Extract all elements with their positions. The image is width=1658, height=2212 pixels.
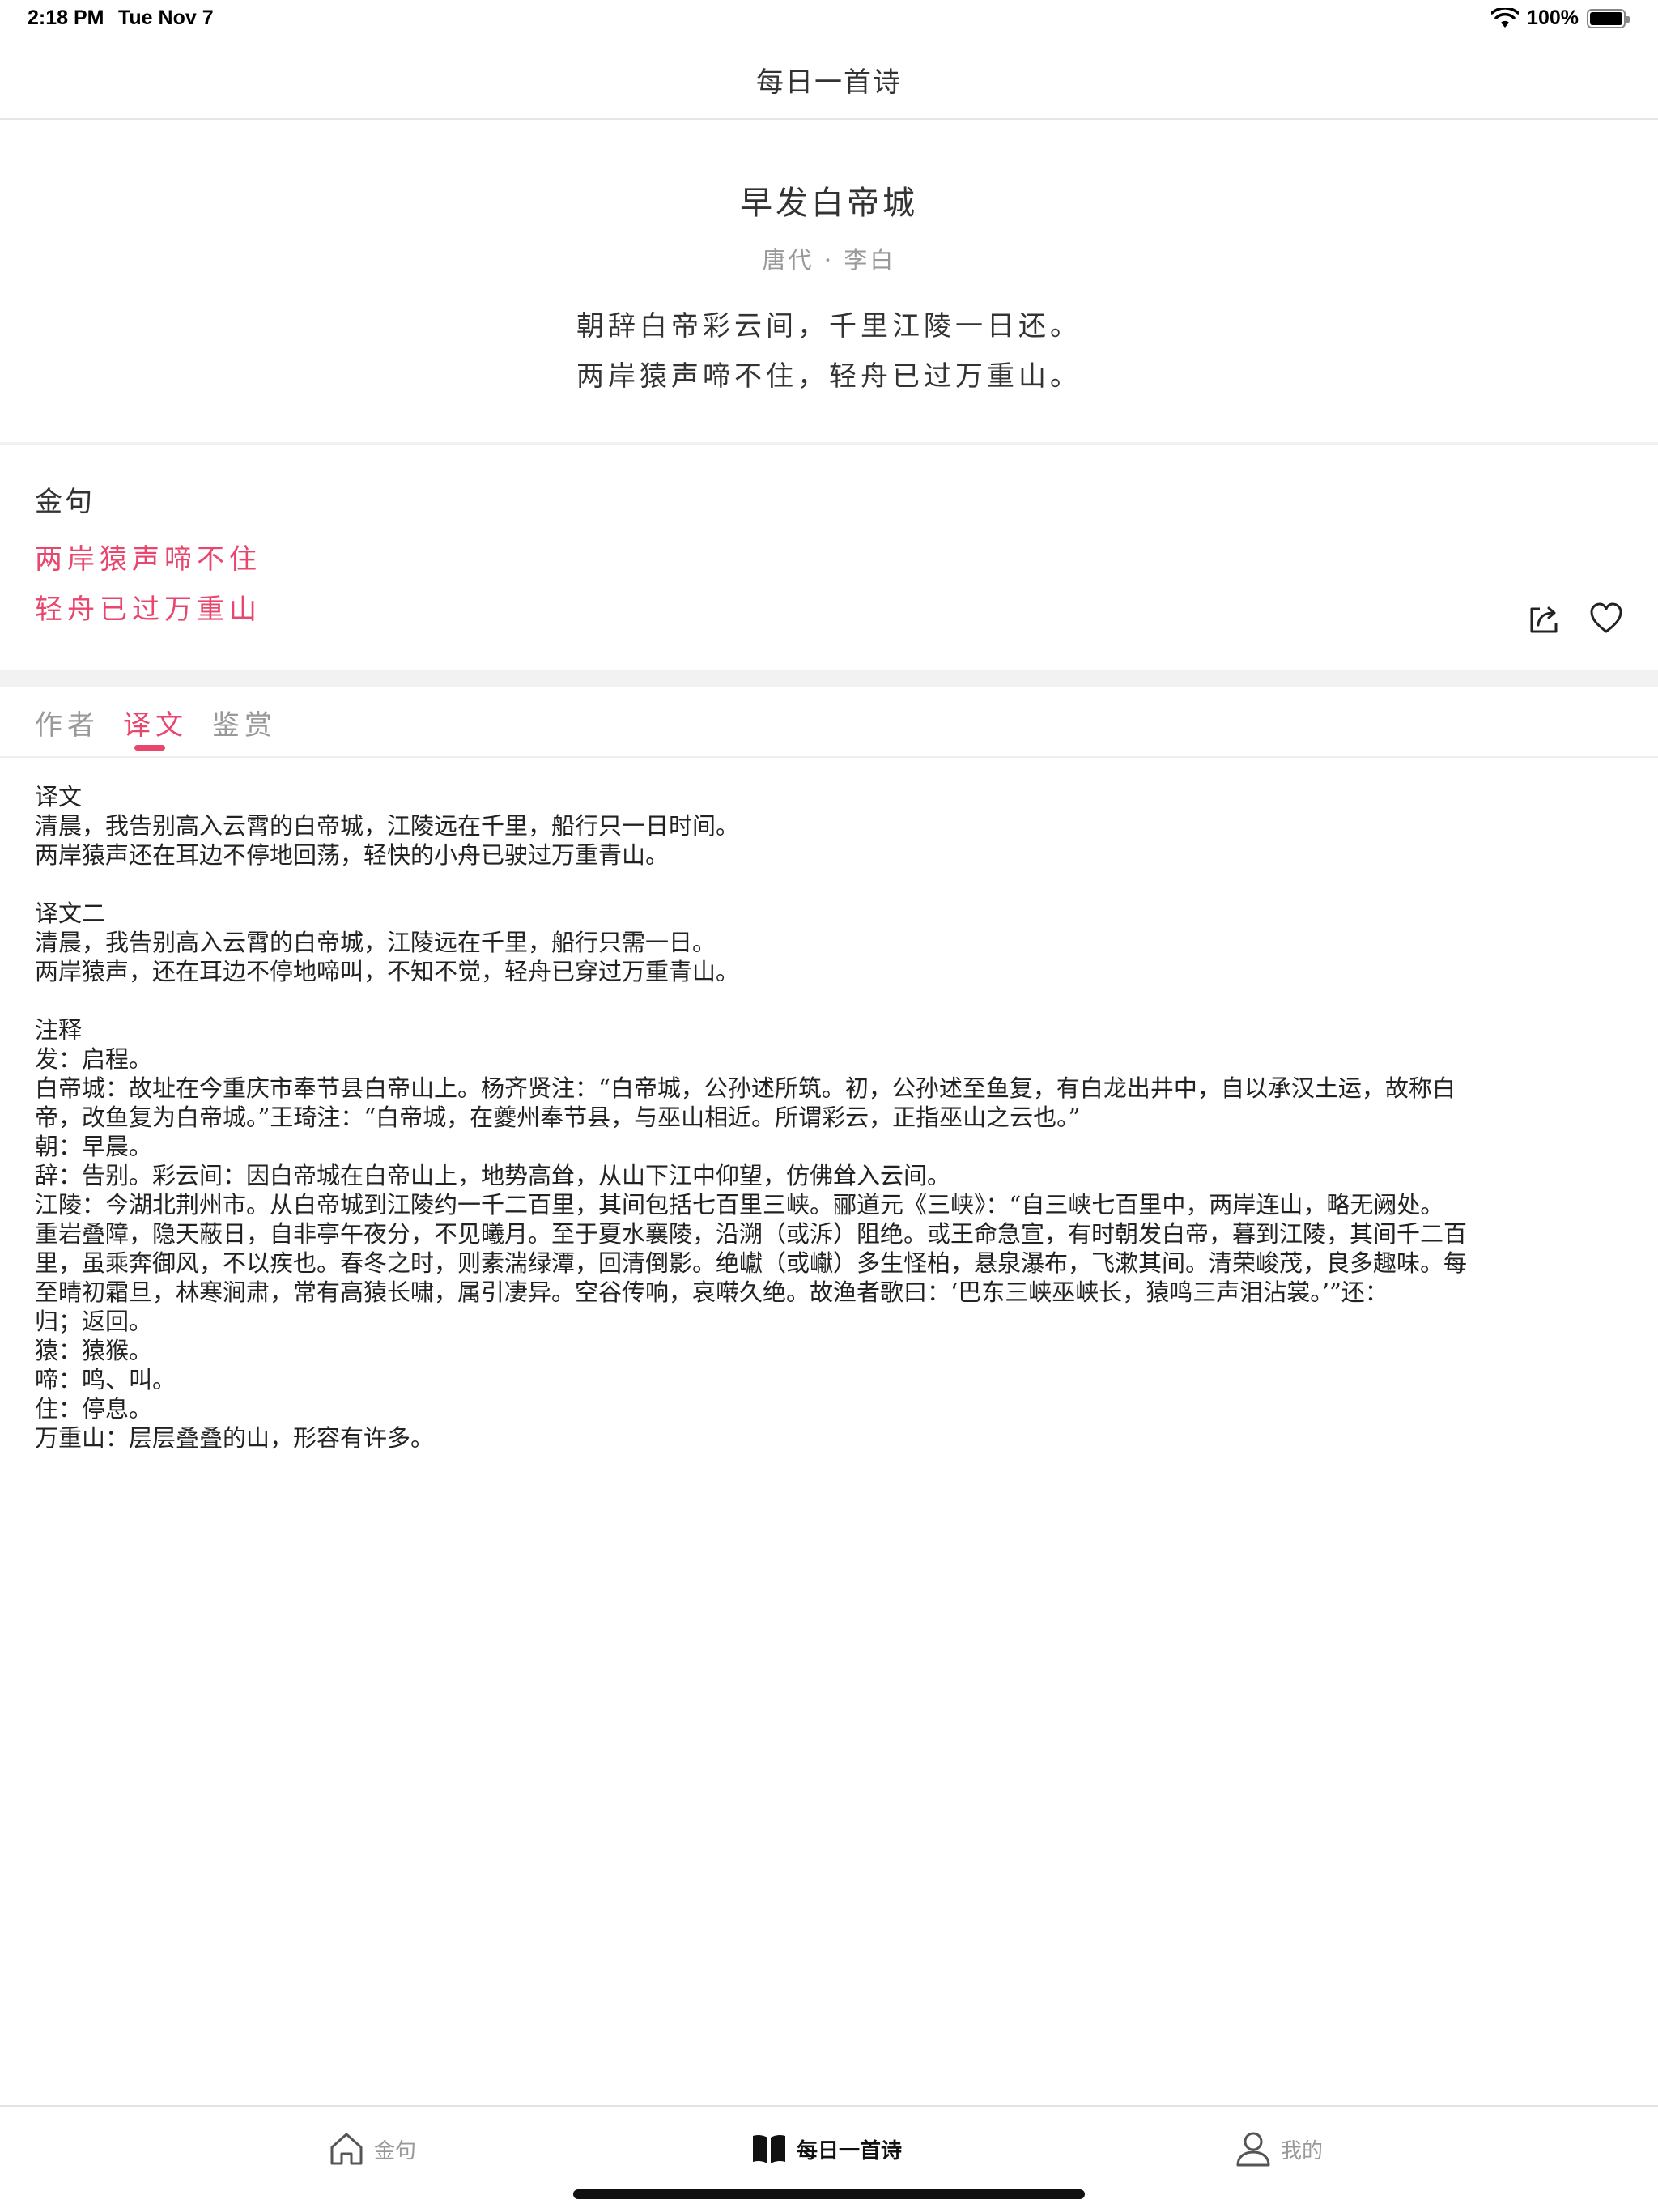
page-title: 每日一首诗 (756, 66, 902, 99)
content-line: 至晴初霜旦，林寒涧肃，常有高猿长啸，属引凄异。空谷传响，哀啭久绝。故渔者歌曰：‘… (35, 1278, 1388, 1306)
poem-line: 朝辞白帝彩云间，千里江陵一日还。 (576, 310, 1082, 342)
content-line: 两岸猿声，还在耳边不停地啼叫，不知不觉，轻舟已穿过万重青山。 (35, 958, 740, 985)
detail-tabs: 作者 译文 鉴赏 (0, 687, 1658, 758)
content-line: 发：启程。 (35, 1045, 153, 1073)
battery-percent: 100% (1527, 6, 1579, 29)
wifi-icon (1491, 7, 1520, 28)
translation-content: 译文 清晨，我告别高入云霄的白帝城，江陵远在千里，船行只一日时间。 两岸猿声还在… (35, 782, 1622, 1453)
divider (0, 442, 1658, 445)
status-indicators: 100% (1491, 6, 1630, 30)
tabbar-label: 每日一首诗 (797, 2138, 903, 2163)
tabbar-label: 我的 (1281, 2138, 1324, 2163)
content-line: 朝：早晨。 (35, 1133, 153, 1160)
tabbar-item-mine[interactable]: 我的 (1234, 2129, 1323, 2168)
status-date: Tue Nov 7 (118, 6, 214, 29)
home-icon (330, 2133, 363, 2165)
person-icon (1236, 2132, 1270, 2167)
content-line: 江陵：今湖北荆州市。从白帝城到江陵约一千二百里，其间包括七百里三峡。郦道元《三峡… (35, 1191, 1444, 1219)
content-line: 猿：猿猴。 (35, 1337, 153, 1364)
golden-lines-section: 金句 两岸猿声啼不住 轻舟已过万重山 (0, 445, 1658, 670)
content-line: 帝，改鱼复为白帝城。”王琦注：“白帝城，在夔州奉节县，与巫山相近。所谓彩云，正指… (35, 1104, 1081, 1131)
poem-card: 早发白帝城 唐代 · 李白 朝辞白帝彩云间，千里江陵一日还。 两岸猿声啼不住，轻… (0, 121, 1658, 442)
tab-translation[interactable]: 译文 (123, 703, 188, 742)
tabbar-label: 金句 (374, 2138, 417, 2163)
status-bar: 2:18 PM Tue Nov 7 100% (0, 0, 1658, 39)
active-tab-indicator (134, 745, 165, 751)
content-line: 住：停息。 (35, 1395, 153, 1423)
book-icon (753, 2134, 785, 2163)
poem-author: 唐代 · 李白 (762, 246, 896, 274)
content-line: 注释 (35, 1016, 83, 1044)
content-line: 译文 (35, 783, 83, 810)
content-line: 重岩叠障，隐天蔽日，自非亭午夜分，不见曦月。至于夏水襄陵，沿溯（或泝）阻绝。或王… (35, 1220, 1468, 1248)
content-line: 译文二 (35, 900, 106, 927)
status-time: 2:18 PM (28, 6, 104, 29)
content-line: 归；返回。 (35, 1308, 153, 1335)
poem-title: 早发白帝城 (740, 185, 918, 222)
section-title: 金句 (35, 486, 95, 518)
battery-icon (1587, 8, 1630, 28)
tab-author[interactable]: 作者 (35, 703, 100, 742)
tab-appreciation[interactable]: 鉴赏 (212, 703, 277, 742)
golden-line: 轻舟已过万重山 (35, 593, 261, 626)
content-line: 两岸猿声还在耳边不停地回荡，轻快的小舟已驶过万重青山。 (35, 841, 670, 869)
content-line: 里，虽乘奔御风，不以疾也。春冬之时，则素湍绿潭，回清倒影。绝巘（或𪩘）多生怪柏，… (35, 1249, 1468, 1277)
content-line: 啼：鸣、叫。 (35, 1366, 176, 1393)
content-line: 万重山：层层叠叠的山，形容有许多。 (35, 1424, 435, 1452)
home-indicator[interactable] (573, 2189, 1085, 2199)
content-line: 辞：告别。彩云间：因白帝城在白帝山上，地势高耸，从山下江中仰望，仿佛耸入云间。 (35, 1162, 951, 1189)
poem-body: 朝辞白帝彩云间，千里江陵一日还。 两岸猿声啼不住，轻舟已过万重山。 (0, 301, 1658, 402)
content-line: 清晨，我告别高入云霄的白帝城，江陵远在千里，船行只需一日。 (35, 929, 716, 956)
share-icon[interactable] (1527, 601, 1562, 636)
tabbar-item-daily-poem[interactable]: 每日一首诗 (750, 2129, 902, 2168)
golden-lines: 两岸猿声啼不住 轻舟已过万重山 (35, 534, 261, 635)
golden-line: 两岸猿声啼不住 (35, 543, 261, 576)
tabbar-item-golden[interactable]: 金句 (327, 2129, 416, 2168)
heart-icon[interactable] (1588, 601, 1624, 636)
poem-line: 两岸猿声啼不住，轻舟已过万重山。 (576, 360, 1082, 393)
content-line: 清晨，我告别高入云霄的白帝城，江陵远在千里，船行只一日时间。 (35, 812, 740, 840)
nav-bar: 每日一首诗 (0, 39, 1658, 120)
section-divider (0, 670, 1658, 687)
content-line: 白帝城：故址在今重庆市奉节县白帝山上。杨齐贤注：“白帝城，公孙述所筑。初，公孙述… (35, 1074, 1456, 1102)
